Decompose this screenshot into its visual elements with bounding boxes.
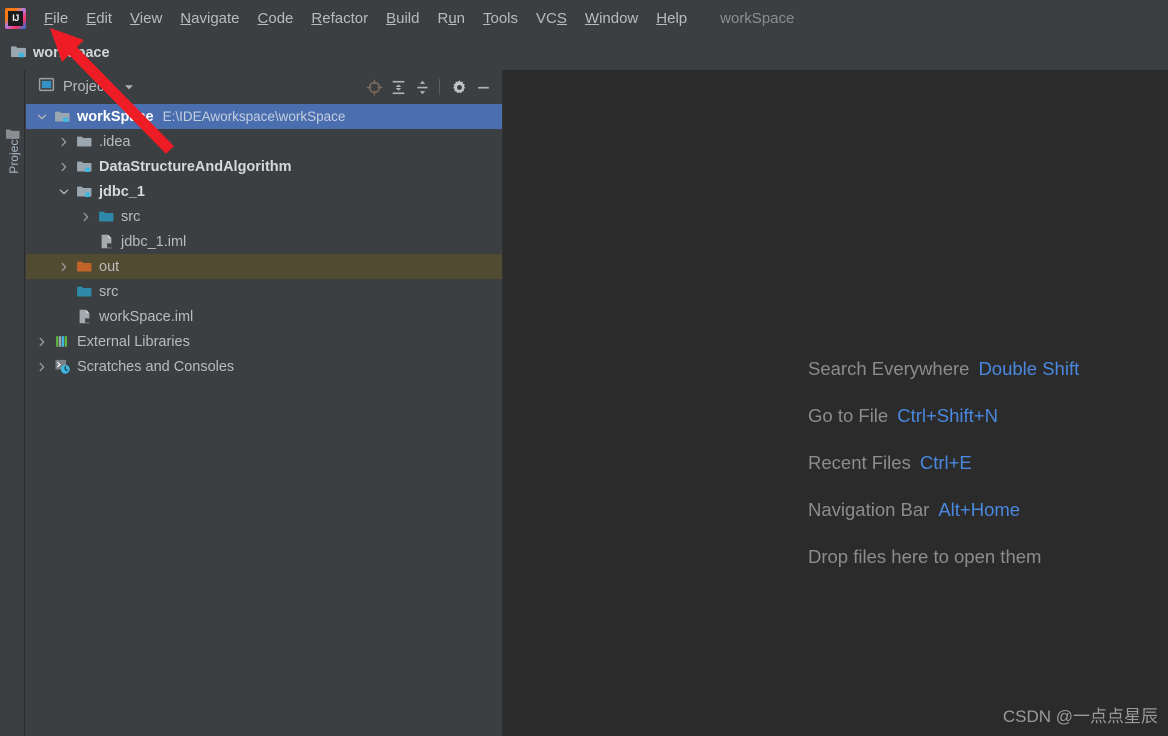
module-folder-icon <box>76 158 93 175</box>
menu-item-view[interactable]: View <box>121 7 171 30</box>
project-view-icon <box>38 76 55 98</box>
hint-shortcut: Ctrl+E <box>919 452 972 473</box>
scratches-icon <box>54 358 71 375</box>
project-tool-window: Project workSpace E:\IDEAworkspace\workS… <box>26 70 502 736</box>
chevron-right-icon[interactable] <box>58 129 70 154</box>
expand-all-icon[interactable] <box>387 76 409 98</box>
menu-item-help[interactable]: Help <box>647 7 696 30</box>
tree-row-out[interactable]: out <box>26 254 502 279</box>
excluded-folder-icon <box>76 258 93 275</box>
iml-file-icon <box>98 233 115 250</box>
menu-item-run[interactable]: Run <box>428 7 474 30</box>
source-folder-icon <box>98 208 115 225</box>
tree-row-workspace[interactable]: workSpace E:\IDEAworkspace\workSpace <box>26 104 502 129</box>
chevron-down-icon[interactable] <box>118 76 140 98</box>
tree-row-external-libraries[interactable]: External Libraries <box>26 329 502 354</box>
tree-label: External Libraries <box>77 333 190 350</box>
hint-row: Drop files here to open them <box>808 546 1168 568</box>
hint-row: Navigation Bar Alt+Home <box>808 499 1168 521</box>
tree-label: .idea <box>99 133 131 150</box>
menu-item-vcs[interactable]: VCS <box>527 7 576 30</box>
tree-label: DataStructureAndAlgorithm <box>99 158 292 175</box>
tree-label: jdbc_1 <box>99 183 145 200</box>
project-panel-header: Project <box>26 70 502 104</box>
scroll-from-source-icon[interactable] <box>363 76 385 98</box>
hint-row: Recent Files Ctrl+E <box>808 452 1168 474</box>
chevron-right-icon[interactable] <box>36 329 48 354</box>
hint-action: Navigation Bar <box>808 499 930 520</box>
tree-label: workSpace <box>77 108 154 125</box>
tree-row-datastructureandalgorithm[interactable]: DataStructureAndAlgorithm <box>26 154 502 179</box>
left-tool-window-strip: Project <box>0 70 25 736</box>
tree-row-workspace-iml[interactable]: workSpace.iml <box>26 304 502 329</box>
toolbar-separator <box>439 79 440 95</box>
module-folder-icon <box>10 43 27 64</box>
tree-row-jdbc-1[interactable]: jdbc_1 <box>26 179 502 204</box>
chevron-right-icon[interactable] <box>58 154 70 179</box>
collapse-all-icon[interactable] <box>411 76 433 98</box>
hint-shortcut: Double Shift <box>978 358 1080 379</box>
menu-item-build[interactable]: Build <box>377 7 428 30</box>
project-tree[interactable]: workSpace E:\IDEAworkspace\workSpace .idea… <box>26 104 502 736</box>
menu-item-refactor[interactable]: Refactor <box>302 7 377 30</box>
navigation-bar: workSpace <box>0 36 1168 70</box>
chevron-down-icon[interactable] <box>58 179 70 204</box>
folder-icon[interactable] <box>5 126 21 147</box>
hint-action: Drop files here to open them <box>808 546 1042 567</box>
hint-shortcut: Alt+Home <box>938 499 1021 520</box>
hint-action: Go to File <box>808 405 889 426</box>
iml-file-icon <box>76 308 93 325</box>
menu-item-code[interactable]: Code <box>249 7 303 30</box>
tree-row-src[interactable]: src <box>26 279 502 304</box>
chevron-down-icon[interactable] <box>36 104 48 129</box>
breadcrumb-workspace[interactable]: workSpace <box>10 43 110 64</box>
tree-label: out <box>99 258 120 275</box>
menu-item-navigate[interactable]: Navigate <box>171 7 248 30</box>
menu-bar: IJ File Edit View Navigate Code Refactor Build… <box>0 0 1168 36</box>
gear-icon[interactable] <box>448 76 470 98</box>
window-title: workSpace <box>720 9 795 27</box>
tree-label: workSpace.iml <box>99 308 194 325</box>
watermark-text: CSDN @一点点星辰 <box>1002 707 1158 726</box>
folder-icon-gray <box>76 133 93 150</box>
tree-row-src[interactable]: src <box>26 204 502 229</box>
menu-item-tools[interactable]: Tools <box>474 7 527 30</box>
chevron-right-icon[interactable] <box>36 354 48 379</box>
tree-label: Scratches and Consoles <box>77 358 235 375</box>
minimize-icon[interactable] <box>472 76 494 98</box>
module-folder-icon <box>54 108 71 125</box>
menu-items-container: File Edit View Navigate Code Refactor Build Run… <box>35 7 696 30</box>
menu-item-edit[interactable]: Edit <box>77 7 121 30</box>
tree-row--idea[interactable]: .idea <box>26 129 502 154</box>
hint-row: Go to File Ctrl+Shift+N <box>808 405 1168 427</box>
intellij-idea-logo-icon: IJ <box>5 7 26 29</box>
tree-label: src <box>99 283 119 300</box>
module-folder-icon <box>76 183 93 200</box>
hint-shortcut: Ctrl+Shift+N <box>897 405 998 426</box>
tree-row-scratches-and-consoles[interactable]: Scratches and Consoles <box>26 354 502 379</box>
project-panel-title: Project <box>63 79 109 95</box>
hint-row: Search Everywhere Double Shift <box>808 358 1168 380</box>
editor-shortcut-hints: Search Everywhere Double Shift Go to File C… <box>808 358 1168 593</box>
chevron-right-icon[interactable] <box>58 254 70 279</box>
logo-text: IJ <box>8 10 23 26</box>
hint-action: Search Everywhere <box>808 358 970 379</box>
tree-row-path: E:\IDEAworkspace\workSpace <box>162 109 346 124</box>
tree-label: jdbc_1.iml <box>121 233 187 250</box>
breadcrumb-label: workSpace <box>33 45 110 61</box>
tree-row-jdbc-1-iml[interactable]: jdbc_1.iml <box>26 229 502 254</box>
menu-item-file[interactable]: File <box>35 7 77 30</box>
intellij-idea-window: IJ File Edit View Navigate Code Refactor Build… <box>0 0 1168 736</box>
libraries-icon <box>54 333 71 350</box>
menu-item-window[interactable]: Window <box>576 7 647 30</box>
source-folder-icon <box>76 283 93 300</box>
chevron-right-icon[interactable] <box>80 204 92 229</box>
hint-action: Recent Files <box>808 452 911 473</box>
tree-label: src <box>121 208 141 225</box>
editor-empty-area: Search Everywhere Double Shift Go to File C… <box>503 70 1168 736</box>
